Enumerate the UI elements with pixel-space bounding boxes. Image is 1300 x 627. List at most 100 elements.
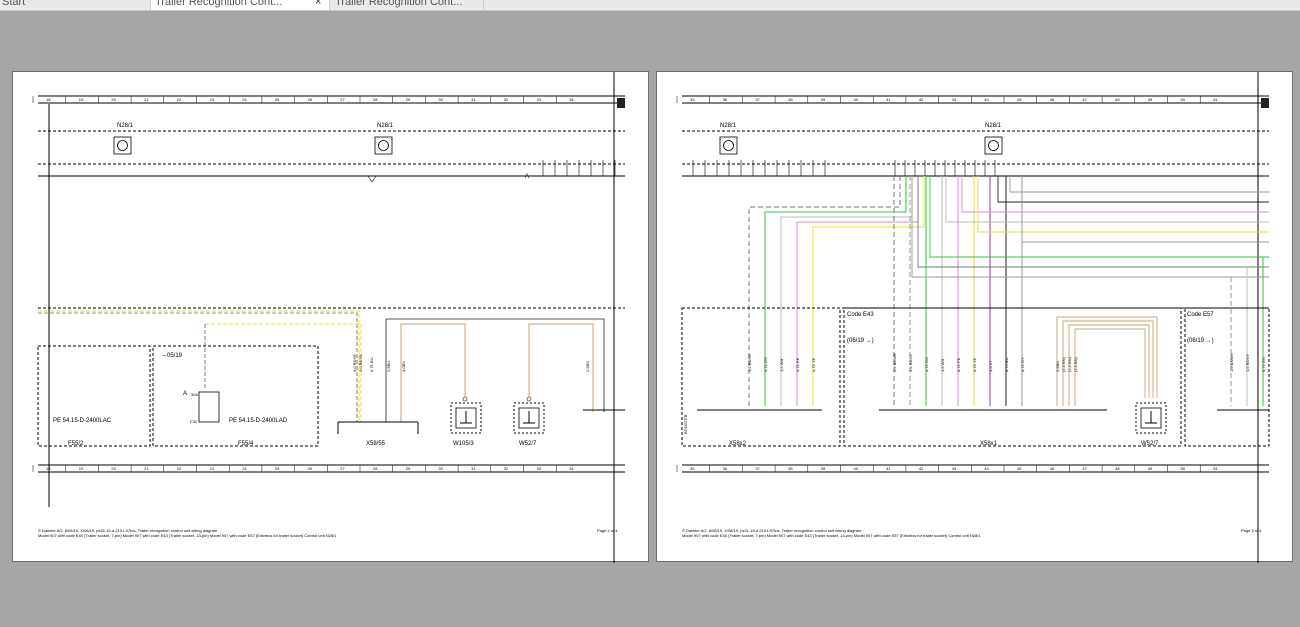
tab-label: Trailer Recognition Cont... [335, 0, 463, 8]
grid-number: 31 [471, 97, 476, 102]
grid-number: 33 [537, 466, 542, 471]
tab-label: Trailer Recognition Cont... [155, 0, 283, 8]
wire-label: 1,5 BKWH [1229, 353, 1234, 372]
module-label: N28/1 [117, 123, 134, 129]
component-label: PE 54.15-D-2400LAD [229, 418, 288, 424]
grid-number: 32 [504, 466, 509, 471]
grid-number: 20 [111, 97, 116, 102]
grid-number: 30 [438, 466, 443, 471]
grid-number: 28 [373, 466, 378, 471]
wire-label: 1,5 VT [988, 360, 993, 372]
grid-number: 21 [144, 466, 149, 471]
top-grid-numbers: 35 36 37 38 39 40 41 42 43 44 45 46 47 48 49 50 51 [676, 96, 1218, 103]
grid-number: 19 [79, 97, 84, 102]
bottom-grid-numbers: 18 19 20 21 22 23 24 25 26 27 28 29 30 31 32 33 34 [32, 465, 574, 472]
grid-number: 20 [111, 466, 116, 471]
top-grid-numbers: 18 19 20 21 22 23 24 25 26 27 28 29 30 31 32 33 34 [32, 96, 574, 103]
wire-label: 0,75 PK [956, 357, 961, 372]
wire-label: 0,75 GY [1020, 357, 1025, 372]
wire-bundle [748, 176, 1269, 406]
grid-number: 44 [984, 97, 989, 102]
grid-number: 35 [690, 466, 695, 471]
module-label: N28/1 [377, 123, 394, 129]
control-unit-icon [113, 136, 132, 155]
grid-number: 23 [210, 466, 215, 471]
grid-number: 40 [854, 466, 859, 471]
wire-label: (2,5 BN) [1067, 356, 1072, 372]
tab-document-2[interactable]: Trailer Recognition Cont... [333, 0, 484, 10]
grid-number: 42 [919, 97, 924, 102]
grid-number: 37 [755, 466, 760, 471]
grid-number: 26 [308, 97, 313, 102]
grid-number: 40 [854, 97, 859, 102]
grid-number: 37 [755, 97, 760, 102]
grid-number: 49 [1148, 466, 1153, 471]
tab-start[interactable]: Start [2, 0, 62, 10]
wire-label: 4,0 RDYE [352, 354, 357, 372]
grid-number: 51 [1213, 466, 1218, 471]
code-label: Code E57 [1187, 312, 1214, 318]
grid-number: 44 [984, 466, 989, 471]
corner-marker-icon [1261, 98, 1269, 108]
grid-number: 46 [1050, 97, 1055, 102]
corner-marker-icon [617, 98, 625, 108]
component-label: W105/3 [453, 441, 474, 447]
component-label: PE 54.15-D-2400LAC [53, 418, 112, 424]
grid-number: 22 [177, 97, 182, 102]
component-label: F55/2 [68, 441, 84, 447]
grid-number: 41 [886, 97, 891, 102]
grid-number: 31 [471, 466, 476, 471]
code-label: Code E43 [847, 312, 874, 318]
control-unit-icon [719, 136, 738, 155]
control-unit-icon [374, 136, 393, 155]
footer-line-2: Model 907 with code E40 (Trailer socket,… [38, 533, 337, 538]
grid-number: 50 [1181, 466, 1186, 471]
wiring-diagram-page-3: 35 36 37 38 39 40 41 42 43 44 45 46 47 48 49 50 51 35 36 3… [676, 72, 1270, 563]
tab-bar: Start Trailer Recognition Cont... × Trai… [0, 0, 1300, 11]
grid-number: 34 [569, 466, 574, 471]
grid-number: 28 [373, 97, 378, 102]
grid-number: 29 [406, 97, 411, 102]
wire-label: 0,75 GN [924, 357, 929, 372]
grid-number: 43 [952, 466, 957, 471]
grid-number: 36 [723, 97, 728, 102]
grid-number: 38 [788, 466, 793, 471]
close-icon[interactable]: × [315, 0, 321, 8]
wire-label: 4,0BN [401, 361, 406, 372]
grid-number: 42 [919, 466, 924, 471]
wire-label: 0,75 BU [369, 357, 374, 372]
grid-number: 48 [1115, 97, 1120, 102]
grid-number: 43 [952, 97, 957, 102]
wiring-diagram-page-2: 18 19 20 21 22 23 24 25 26 27 28 29 30 31 32 33 34 18 19 2… [32, 72, 625, 563]
grid-number: 29 [406, 466, 411, 471]
grid-number: 46 [1050, 466, 1055, 471]
grid-number: 48 [1115, 466, 1120, 471]
wire-label: 1,5 BKWH [892, 353, 897, 372]
wire-label: 1,5 RDGY [908, 353, 913, 372]
bottom-grid-numbers: 35 36 37 38 39 40 41 42 43 44 45 46 47 48 49 50 51 [676, 465, 1218, 472]
grid-number: 49 [1148, 97, 1153, 102]
grid-number: 36 [723, 466, 728, 471]
control-unit-icon [984, 136, 1003, 155]
marker-a: A [183, 391, 187, 397]
component-label: X58x2 [729, 441, 747, 447]
code-label: 05/19 [167, 353, 183, 359]
date-label: (06/19 →) [1187, 338, 1214, 344]
component-label: W52/7 [519, 441, 537, 447]
wire-label: (2,5 BN) [1073, 356, 1078, 372]
grid-number: 30 [438, 97, 443, 102]
wire-label: 1,5 RDGY [747, 353, 752, 372]
component-label: X58x1 [980, 441, 998, 447]
grid-number: 41 [886, 466, 891, 471]
wire-label: 2,5BU [386, 361, 391, 372]
tab-label: Start [2, 0, 26, 8]
grid-number: 24 [242, 97, 247, 102]
tab-document-1[interactable]: Trailer Recognition Cont... × [150, 0, 330, 10]
booster-label: BOOSTER [683, 414, 688, 434]
grid-number: 23 [210, 97, 215, 102]
grid-number: 47 [1082, 97, 1087, 102]
grid-number: 51 [1213, 97, 1218, 102]
wire-label: 1,5 WH [940, 359, 945, 372]
wire-label: (2,5 BN) [1061, 356, 1066, 372]
module-label: N28/1 [720, 123, 737, 129]
